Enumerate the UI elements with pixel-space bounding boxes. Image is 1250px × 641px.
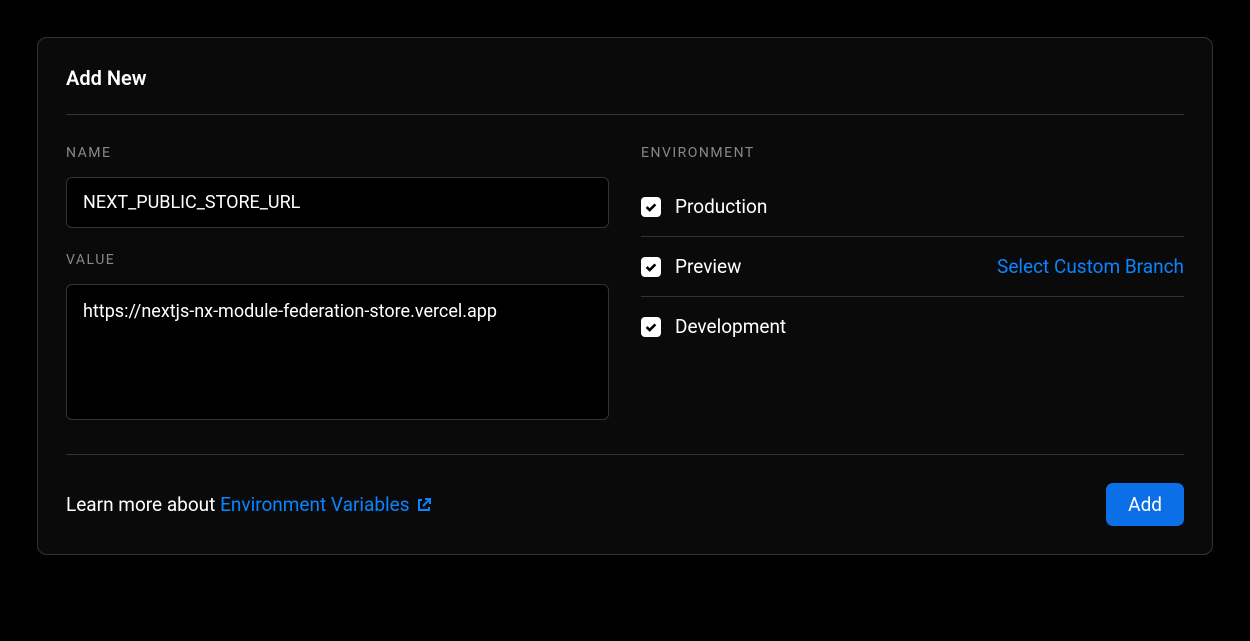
right-column: ENVIRONMENT Production Preview	[641, 145, 1184, 424]
add-new-card: Add New NAME VALUE https://nextjs-nx-mod…	[37, 37, 1213, 555]
env-label-production: Production	[675, 195, 767, 218]
learn-link-text: Environment Variables	[220, 493, 409, 516]
env-label-preview: Preview	[675, 255, 741, 278]
env-left: Preview	[641, 255, 741, 278]
name-input[interactable]	[66, 177, 609, 228]
add-button[interactable]: Add	[1106, 483, 1184, 526]
name-label: NAME	[66, 145, 609, 161]
environment-variables-link[interactable]: Environment Variables	[220, 493, 431, 516]
preview-checkbox[interactable]	[641, 257, 661, 277]
learn-prefix: Learn more about	[66, 493, 220, 516]
env-label-development: Development	[675, 315, 786, 338]
left-column: NAME VALUE https://nextjs-nx-module-fede…	[66, 145, 609, 424]
name-field-block: NAME	[66, 145, 609, 228]
card-title: Add New	[66, 66, 1184, 90]
environment-label: ENVIRONMENT	[641, 145, 1184, 161]
check-icon	[644, 200, 658, 214]
form-grid: NAME VALUE https://nextjs-nx-module-fede…	[66, 115, 1184, 454]
env-left: Production	[641, 195, 767, 218]
select-custom-branch-link[interactable]: Select Custom Branch	[997, 255, 1184, 278]
value-input[interactable]: https://nextjs-nx-module-federation-stor…	[66, 284, 609, 420]
check-icon	[644, 260, 658, 274]
check-icon	[644, 320, 658, 334]
value-label: VALUE	[66, 252, 609, 268]
development-checkbox[interactable]	[641, 317, 661, 337]
env-row-development: Development	[641, 297, 1184, 356]
env-row-preview: Preview Select Custom Branch	[641, 237, 1184, 297]
external-link-icon	[416, 497, 432, 513]
env-left: Development	[641, 315, 786, 338]
footer: Learn more about Environment Variables A…	[66, 455, 1184, 526]
value-field-block: VALUE https://nextjs-nx-module-federatio…	[66, 252, 609, 424]
production-checkbox[interactable]	[641, 197, 661, 217]
learn-more-text: Learn more about Environment Variables	[66, 493, 432, 516]
env-row-production: Production	[641, 177, 1184, 237]
